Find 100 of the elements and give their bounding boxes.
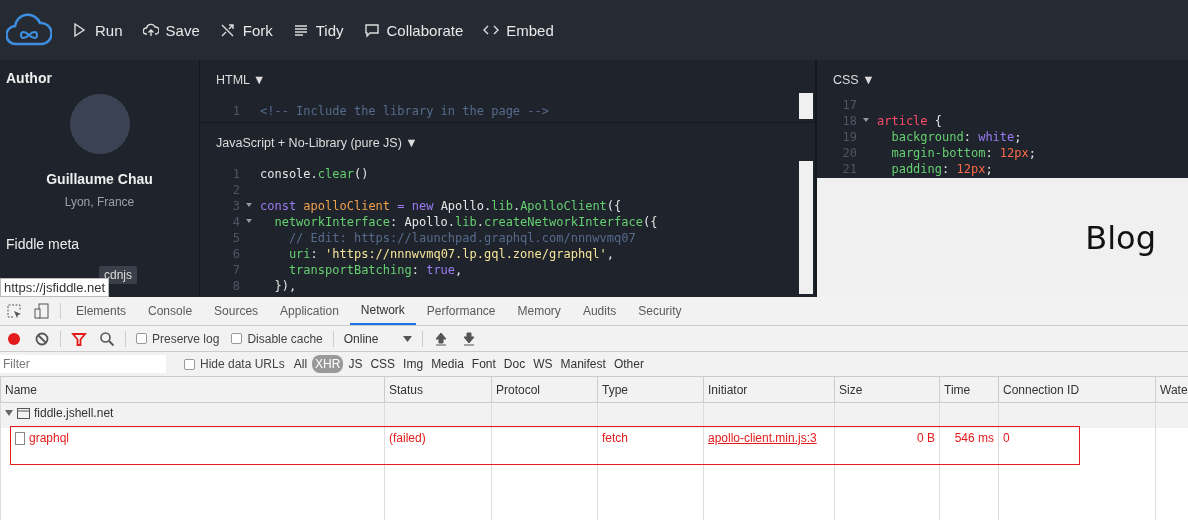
checkbox[interactable] <box>184 358 195 370</box>
column-header[interactable]: Time <box>939 377 999 403</box>
checkbox[interactable] <box>231 333 243 344</box>
line-number: 2 <box>231 182 241 198</box>
author-name[interactable]: Guillaume Chau <box>6 171 193 187</box>
code-line: uri: 'https://nnnwvmq07.lp.gql.zone/graphql', <box>287 246 615 262</box>
file-icon <box>15 431 25 445</box>
group-label[interactable]: fiddle.jshell.net <box>34 406 114 420</box>
fold-icon[interactable] <box>246 218 252 224</box>
collaborate-icon <box>363 22 380 38</box>
expand-icon[interactable] <box>5 409 13 417</box>
fork-icon <box>219 22 236 38</box>
embed-button[interactable]: Embed <box>483 21 554 39</box>
line-number: 4 <box>231 214 241 230</box>
request-name[interactable]: graphql <box>29 431 70 445</box>
inspect-icon[interactable] <box>6 303 22 319</box>
type-filter[interactable]: Other <box>610 355 647 373</box>
code-line: padding: 12px; <box>890 161 993 177</box>
devtools-tab[interactable]: Application <box>269 297 350 325</box>
column-header[interactable]: Name <box>0 377 385 403</box>
record-button[interactable] <box>6 330 22 347</box>
type-filter[interactable]: Doc <box>500 355 529 373</box>
fold-icon[interactable] <box>863 117 869 123</box>
upload-icon[interactable] <box>432 330 449 347</box>
checkbox-label[interactable]: Disable cache <box>247 331 323 346</box>
result-heading: Blog <box>1085 218 1156 257</box>
devtools-tab[interactable]: Performance <box>415 297 507 325</box>
column-header[interactable]: Size <box>834 377 940 403</box>
scrollbar[interactable] <box>799 161 813 294</box>
line-number: 19 <box>841 129 858 145</box>
type-filter[interactable]: Font <box>468 355 499 373</box>
tidy-button[interactable]: Tidy <box>292 21 344 39</box>
collaborate-button[interactable]: Collaborate <box>363 21 464 39</box>
type-filter[interactable]: All <box>290 355 311 373</box>
code-line: background: white; <box>890 129 1022 145</box>
editor-title[interactable]: HTML ▼ <box>200 60 815 95</box>
code-line: <!-- Include the library in the page --> <box>260 103 549 119</box>
devtools-tab[interactable]: Memory <box>506 297 572 325</box>
download-icon[interactable] <box>460 330 477 347</box>
table-cell: fetch <box>597 428 704 451</box>
author-location: Lyon, France <box>63 195 136 209</box>
checkbox[interactable] <box>136 333 147 344</box>
search-icon[interactable] <box>99 330 115 347</box>
column-header[interactable]: Protocol <box>491 377 598 403</box>
line-number: 20 <box>841 145 858 161</box>
column-header[interactable]: Status <box>384 377 492 403</box>
devtools-tab[interactable]: Network <box>349 297 416 325</box>
line-number: 21 <box>841 161 858 177</box>
column-header[interactable]: Initiator <box>703 377 835 403</box>
code-line: transportBatching: true, <box>287 262 463 278</box>
type-filter[interactable]: Img <box>400 355 427 373</box>
line-number: 1 <box>231 166 241 182</box>
scrollbar[interactable] <box>799 93 813 119</box>
editor-title[interactable]: CSS ▼ <box>817 60 1188 95</box>
filter-icon[interactable] <box>71 330 87 347</box>
caret-icon <box>402 334 412 343</box>
checkbox-label[interactable]: Preserve log <box>152 331 220 346</box>
device-icon[interactable] <box>34 303 50 319</box>
code-line: margin-bottom: 12px; <box>890 145 1036 161</box>
section-heading: Author <box>6 70 53 86</box>
type-filter[interactable]: CSS <box>367 355 399 373</box>
devtools-tab[interactable]: Security <box>627 297 693 325</box>
throttling-dropdown[interactable]: Online <box>337 331 418 346</box>
frame-icon <box>17 407 30 419</box>
table-cell: 546 ms <box>939 428 999 451</box>
code-editor[interactable]: 17 18 article { 19 background: white; 20 margin-bottom: 12px; 21 padding: 12px; <box>817 95 1188 178</box>
type-filter[interactable]: Media <box>428 355 467 373</box>
type-filter[interactable]: WS <box>530 355 556 373</box>
code-line: console.clear() <box>260 166 369 182</box>
checkbox-label[interactable]: Hide data URLs <box>200 357 285 371</box>
code-line: article { <box>877 113 943 129</box>
devtools-tab[interactable]: Elements <box>65 297 138 325</box>
save-icon <box>142 22 159 38</box>
column-header[interactable]: Wate <box>1155 377 1188 403</box>
line-number: 1 <box>231 103 241 119</box>
code-line: }), <box>273 278 297 294</box>
fold-icon[interactable] <box>246 202 252 208</box>
filter-field[interactable]: Filter <box>0 355 166 373</box>
cloud-logo-icon[interactable] <box>6 12 52 48</box>
type-filter[interactable]: JS <box>345 355 366 373</box>
devtools-tab[interactable]: Sources <box>203 297 270 325</box>
line-number: 17 <box>841 97 858 113</box>
devtools-tab[interactable]: Audits <box>571 297 628 325</box>
table-cell: 0 B <box>834 428 940 451</box>
clear-icon[interactable] <box>34 330 50 347</box>
column-header[interactable]: Type <box>597 377 704 403</box>
section-heading: Fiddle meta <box>6 236 81 252</box>
code-line: networkInterface: Apollo.lib.createNetworkInterface({ <box>273 214 658 230</box>
save-button[interactable]: Save <box>142 21 200 39</box>
fork-button[interactable]: Fork <box>219 21 273 39</box>
editor-title[interactable]: JavaScript + No-Library (pure JS) ▼ <box>200 123 815 158</box>
devtools-tab[interactable]: Console <box>137 297 204 325</box>
line-number: 8 <box>231 278 241 294</box>
line-number: 18 <box>841 113 858 129</box>
run-button[interactable]: Run <box>72 21 123 39</box>
code-line: // Edit: https://launchpad.graphql.com/nnnwvmq07 <box>287 230 636 246</box>
column-header[interactable]: Connection ID <box>998 377 1156 403</box>
type-filter[interactable]: Manifest <box>557 355 609 373</box>
link-tooltip: https://jsfiddle.net <box>0 278 110 297</box>
code-line: const apolloClient = new Apollo.lib.ApolloClient({ <box>260 198 622 214</box>
